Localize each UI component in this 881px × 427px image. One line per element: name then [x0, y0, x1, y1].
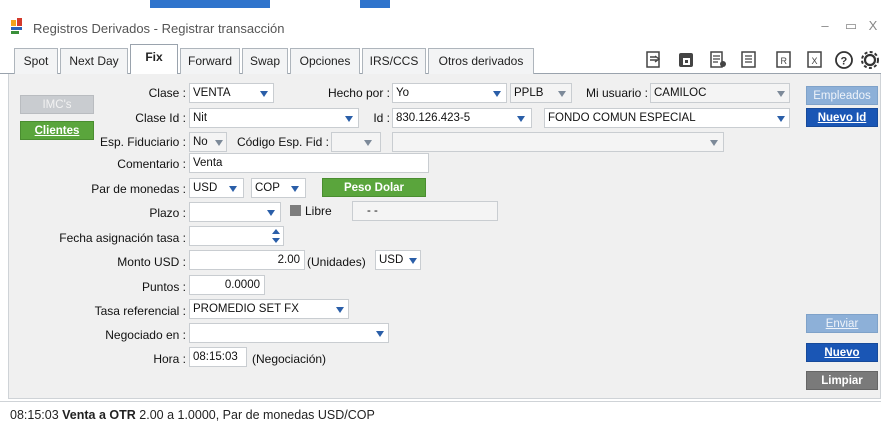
status-detail: 2.00 a 1.0000, Par de monedas USD/COP — [139, 408, 375, 422]
chevron-down-icon[interactable] — [214, 138, 224, 148]
minimize-button[interactable]: – — [818, 18, 832, 33]
chevron-down-icon[interactable] — [408, 256, 418, 266]
libre-checkbox[interactable] — [290, 205, 301, 216]
chevron-down-icon[interactable] — [290, 184, 300, 194]
clase-id-select[interactable]: Nit — [189, 108, 359, 128]
status-bar: 08:15:03 Venta a OTR 2.00 a 1.0000, Par … — [0, 401, 881, 427]
esp-fiduciario-label: Esp. Fiduciario : — [99, 135, 186, 149]
export-icon[interactable] — [645, 50, 663, 70]
chevron-down-icon[interactable] — [776, 114, 786, 124]
mi-usuario-select[interactable]: CAMILOC — [650, 83, 790, 103]
chevron-down-icon[interactable] — [335, 305, 345, 315]
close-button[interactable]: X — [866, 18, 880, 33]
print-icon[interactable] — [677, 50, 695, 70]
fecha-asignacion-label: Fecha asignación tasa : — [59, 231, 186, 245]
chevron-down-icon[interactable] — [259, 89, 269, 99]
id-select[interactable]: 830.126.423-5 — [392, 108, 532, 128]
tab-swap[interactable]: Swap — [242, 48, 288, 74]
status-action: Venta a OTR — [62, 408, 136, 422]
tab-irs-ccs[interactable]: IRS/CCS — [362, 48, 426, 74]
chevron-down-icon[interactable] — [363, 138, 373, 148]
excel-icon[interactable]: X — [806, 50, 824, 70]
negociado-en-select[interactable] — [189, 323, 389, 343]
monto-units-label: (Unidades) — [307, 255, 366, 269]
comentario-input[interactable]: Venta — [189, 153, 429, 173]
monto-input[interactable]: 2.00 — [189, 250, 305, 270]
clase-id-label: Clase Id : — [135, 111, 186, 125]
id-label: Id : — [373, 111, 390, 125]
background-heading-fragment — [150, 0, 610, 8]
chevron-down-icon[interactable] — [344, 114, 354, 124]
tasa-referencial-select[interactable]: PROMEDIO SET FX — [189, 299, 349, 319]
chevron-down-icon[interactable] — [228, 184, 238, 194]
codigo-esp-fid-select[interactable] — [331, 132, 381, 152]
hecho-por-label: Hecho por : — [327, 86, 390, 100]
codigo-esp-fid-label: Código Esp. Fid : — [236, 135, 329, 149]
report-icon[interactable] — [709, 50, 727, 70]
plazo-label: Plazo : — [149, 206, 186, 220]
imcs-button[interactable]: IMC's — [20, 95, 94, 114]
chevron-down-icon[interactable] — [776, 89, 786, 99]
svg-text:R: R — [781, 56, 788, 66]
tab-otros-derivados[interactable]: Otros derivados — [428, 48, 534, 74]
monto-label: Monto USD : — [117, 255, 186, 269]
negociado-en-label: Negociado en : — [105, 328, 186, 342]
limpiar-button[interactable]: Limpiar — [806, 371, 878, 390]
hecho-por-select[interactable]: Yo — [392, 83, 507, 103]
hora-label: Hora : — [153, 352, 186, 366]
puntos-label: Puntos : — [141, 280, 186, 294]
app-logo-icon — [11, 18, 27, 36]
entity-name-select[interactable]: FONDO COMUN ESPECIAL — [544, 108, 790, 128]
svg-text:?: ? — [841, 56, 848, 68]
help-icon[interactable]: ? — [834, 50, 853, 70]
libre-label: Libre — [305, 204, 332, 218]
hora-input[interactable]: 08:15:03 — [189, 347, 247, 367]
list-icon[interactable] — [740, 50, 758, 70]
window-title: Registros Derivados - Registrar transacc… — [33, 21, 285, 36]
status-time: 08:15:03 — [10, 408, 59, 422]
tab-fix[interactable]: Fix — [130, 44, 178, 74]
nuevo-button[interactable]: Nuevo — [806, 343, 878, 362]
chevron-down-icon[interactable] — [266, 208, 276, 218]
par-monedas-label: Par de monedas : — [91, 182, 186, 196]
enviar-button[interactable]: Enviar — [806, 314, 878, 333]
mi-usuario-label: Mi usuario : — [585, 86, 648, 100]
codigo-esp-fid-description-select[interactable] — [392, 132, 724, 152]
tab-opciones[interactable]: Opciones — [290, 48, 360, 74]
chevron-down-icon[interactable] — [492, 89, 502, 99]
puntos-input[interactable]: 0.0000 — [189, 275, 265, 295]
tab-next-day[interactable]: Next Day — [60, 48, 128, 74]
svg-text:X: X — [812, 56, 818, 66]
tab-spot[interactable]: Spot — [14, 48, 58, 74]
settings-icon[interactable] — [860, 50, 879, 70]
peso-dolar-button[interactable]: Peso Dolar — [322, 178, 426, 197]
nuevo-id-button[interactable]: Nuevo Id — [806, 108, 878, 127]
tab-forward[interactable]: Forward — [180, 48, 240, 74]
maximize-button[interactable]: ▭ — [844, 18, 858, 34]
tasa-referencial-label: Tasa referencial : — [94, 304, 186, 318]
chevron-down-icon[interactable] — [516, 114, 526, 124]
clase-label: Clase : — [148, 86, 186, 100]
hora-note: (Negociación) — [252, 352, 327, 366]
fecha-asignacion-input[interactable] — [189, 226, 284, 246]
r-file-icon[interactable]: R — [775, 50, 793, 70]
chevron-down-icon[interactable] — [375, 329, 385, 339]
spinner-icon[interactable] — [271, 227, 281, 245]
libre-value-field: - - — [352, 201, 498, 221]
chevron-down-icon[interactable] — [709, 138, 719, 148]
empleados-button[interactable]: Empleados — [806, 86, 878, 105]
comentario-label: Comentario : — [117, 157, 186, 171]
